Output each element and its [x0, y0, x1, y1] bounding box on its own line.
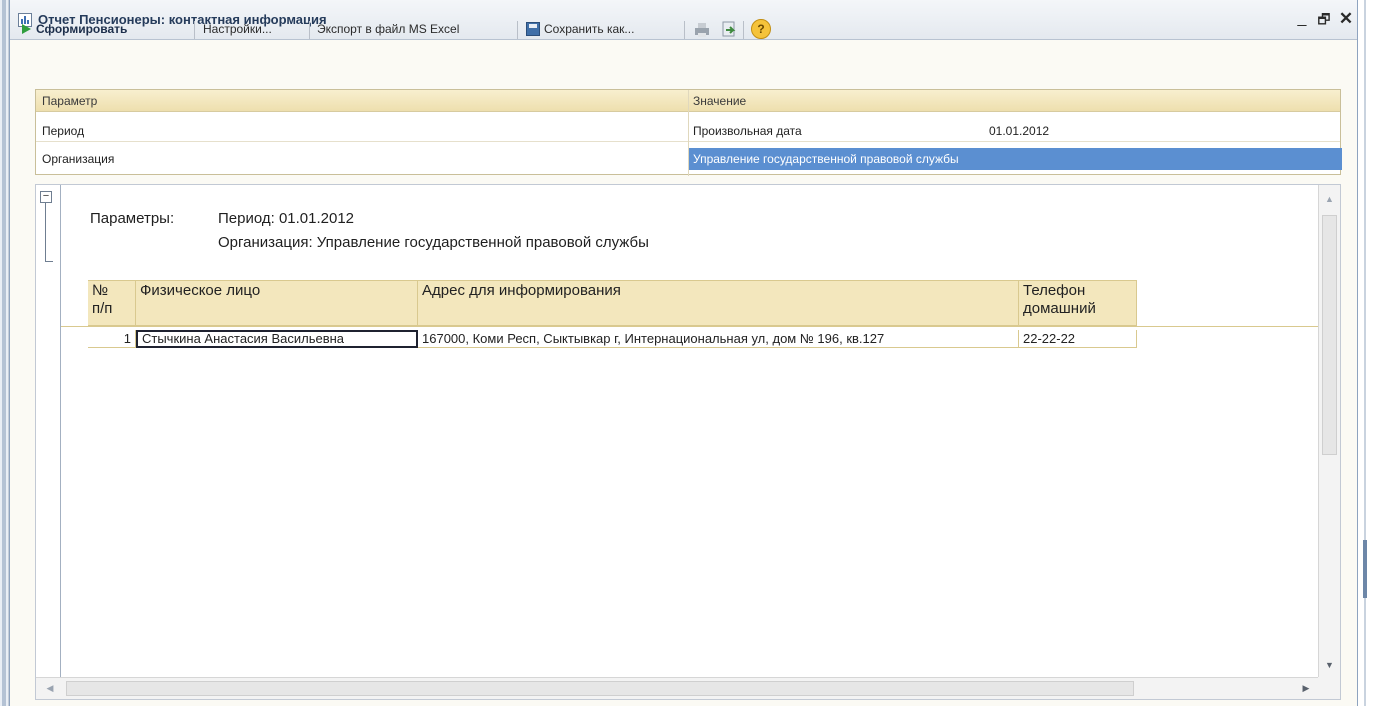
toolbar-separator [194, 21, 195, 39]
save-as-button[interactable]: Сохранить как... [526, 18, 634, 40]
scrollbar-corner [1318, 677, 1340, 699]
floppy-disk-icon [526, 22, 540, 36]
right-edge-line [1364, 0, 1366, 706]
group-bracket [45, 203, 46, 261]
right-desktop-edge [1358, 0, 1373, 706]
generate-label: Сформировать [36, 22, 128, 36]
scroll-down-icon[interactable]: ▼ [1319, 651, 1340, 679]
header-bottom-line [61, 326, 1321, 327]
horizontal-scrollbar[interactable]: ◀ ▶ [36, 677, 1320, 699]
table-cell-address[interactable]: 167000, Коми Респ, Сыктывкар г, Интернац… [418, 330, 1019, 348]
column-header-phone[interactable]: Телефон домашний [1019, 280, 1137, 326]
report-spreadsheet[interactable]: − Параметры: Период: 01.01.2012 Организа… [35, 184, 1341, 700]
report-params-label: Параметры: [90, 210, 175, 227]
column-divider [688, 90, 689, 176]
param-name: Организация [42, 152, 115, 166]
scroll-right-icon[interactable]: ▶ [1292, 678, 1320, 699]
header-line1: Физическое лицо [140, 282, 261, 299]
vertical-scroll-thumb[interactable] [1322, 215, 1337, 455]
table-cell-phone[interactable]: 22-22-22 [1019, 330, 1137, 348]
report-organization: Организация: Управление государственной … [218, 234, 649, 251]
param-value-date[interactable]: 01.01.2012 [989, 120, 1049, 142]
play-icon [22, 24, 31, 34]
send-document-icon[interactable] [720, 21, 738, 38]
toolbar-separator [684, 21, 685, 39]
parameters-table: Параметр Значение Период Произвольная да… [35, 89, 1342, 176]
table-cell-person[interactable]: Стычкина Анастасия Васильевна [136, 330, 418, 348]
header-line2: домашний [1023, 300, 1096, 317]
collapse-icon[interactable]: − [40, 191, 52, 203]
header-parameter: Параметр [42, 94, 98, 108]
export-excel-button[interactable]: Экспорт в файл MS Excel [317, 18, 459, 40]
column-header-number[interactable]: № п/п [88, 280, 136, 326]
horizontal-scroll-thumb[interactable] [66, 681, 1134, 696]
param-value[interactable]: Произвольная дата [693, 120, 802, 142]
header-line1: Телефон [1023, 282, 1086, 299]
toolbar-separator [743, 21, 744, 39]
report-period: Период: 01.01.2012 [218, 210, 355, 227]
column-header-person[interactable]: Физическое лицо [136, 280, 418, 326]
report-window: Отчет Пенсионеры: контактная информация … [9, 0, 1358, 706]
right-edge-marker [1363, 540, 1367, 598]
vertical-scrollbar[interactable]: ▲ ▼ [1318, 185, 1340, 679]
grouping-gutter: − [36, 185, 61, 699]
scroll-up-icon[interactable]: ▲ [1319, 185, 1340, 213]
help-icon[interactable]: ? [751, 19, 771, 39]
left-desktop-edge [0, 0, 9, 706]
toolbar-separator [517, 21, 518, 39]
param-value[interactable]: Управление государственной правовой служ… [693, 148, 959, 170]
header-value: Значение [693, 94, 747, 108]
param-name: Период [42, 124, 85, 138]
print-icon[interactable] [693, 21, 711, 38]
header-line2: п/п [92, 300, 113, 317]
scroll-left-icon[interactable]: ◀ [36, 678, 64, 699]
header-line1: Адрес для информирования [422, 282, 621, 299]
header-line1: № [92, 282, 109, 299]
left-edge-strip [2, 0, 6, 706]
settings-button[interactable]: Настройки... [203, 18, 272, 40]
toolbar-separator [309, 21, 310, 39]
table-cell-number[interactable]: 1 [88, 330, 136, 348]
group-bracket-end [45, 261, 53, 262]
generate-button[interactable]: Сформировать [22, 18, 127, 40]
column-header-address[interactable]: Адрес для информирования [418, 280, 1019, 326]
save-as-label: Сохранить как... [544, 22, 635, 36]
toolbar: Сформировать Настройки... Экспорт в файл… [10, 8, 1357, 44]
